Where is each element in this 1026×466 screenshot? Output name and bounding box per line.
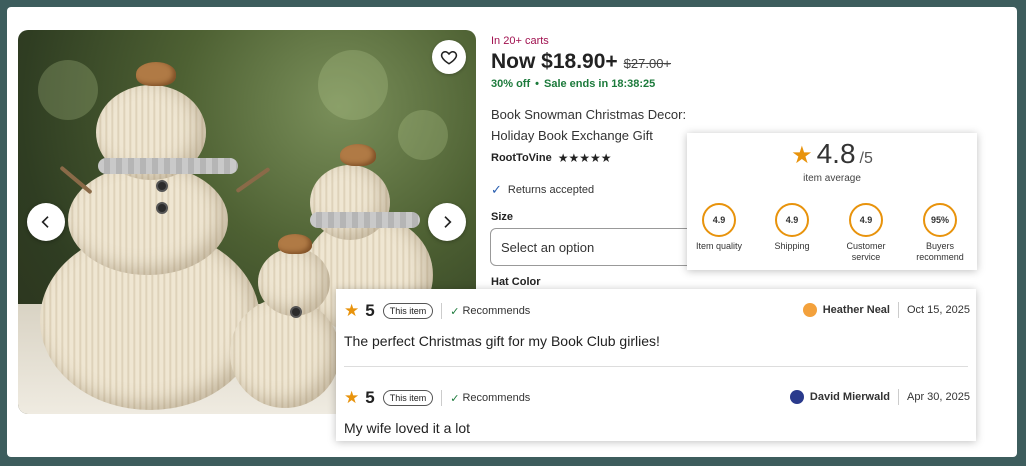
review-author: David Mierwald Apr 30, 2025 bbox=[789, 389, 970, 405]
price-row: Now $18.90+ $27.00+ bbox=[491, 50, 671, 74]
star-icon: ★ bbox=[344, 301, 360, 320]
review-score: 5 bbox=[365, 301, 375, 320]
average-rating-max: /5 bbox=[859, 150, 873, 167]
acorn-hat bbox=[278, 234, 312, 254]
check-icon: ✓ bbox=[450, 392, 460, 405]
twig-arm bbox=[235, 166, 271, 194]
size-label: Size bbox=[491, 211, 514, 223]
reviewer-name[interactable]: David Mierwald bbox=[810, 391, 890, 403]
metric-label: Customer service bbox=[846, 241, 886, 262]
review-date: Oct 15, 2025 bbox=[907, 304, 970, 316]
star-icon: ★ bbox=[791, 142, 813, 169]
average-rating-value: 4.8 bbox=[816, 138, 856, 169]
current-price: Now $18.90+ bbox=[491, 50, 618, 73]
review-item: ★ 5 This item ✓ Recommends David Mierwald… bbox=[336, 376, 976, 446]
sale-info: 30% off • Sale ends in 18:38:25 bbox=[491, 78, 656, 90]
metric-label: Buyers recommend bbox=[916, 241, 964, 262]
review-item: ★ 5 This item ✓ Recommends Heather Neal O… bbox=[336, 289, 976, 359]
this-item-badge: This item bbox=[382, 303, 434, 319]
reviewer-name[interactable]: Heather Neal bbox=[823, 304, 890, 316]
recommends-text: Recommends bbox=[462, 392, 531, 404]
scarf bbox=[310, 212, 420, 228]
hat-color-label: Hat Color bbox=[491, 276, 541, 288]
metric-customer-service: 4.9 Customer service bbox=[835, 203, 897, 263]
discount-text: 30% off bbox=[491, 78, 531, 90]
in-carts-badge: In 20+ carts bbox=[491, 35, 549, 47]
snowman-medium-head bbox=[310, 165, 390, 240]
recommends-text: Recommends bbox=[462, 305, 531, 317]
size-select[interactable]: Select an option bbox=[490, 228, 710, 266]
returns-text: Returns accepted bbox=[507, 184, 595, 196]
chevron-left-icon bbox=[41, 216, 49, 228]
favorite-button[interactable] bbox=[432, 40, 466, 74]
average-rating: ★ 4.8 /5 bbox=[687, 138, 977, 170]
recommends-tag: ✓ Recommends bbox=[450, 305, 530, 318]
chevron-right-icon bbox=[444, 216, 452, 228]
review-text: My wife loved it a lot bbox=[344, 420, 471, 436]
star-icon: ★ bbox=[344, 388, 360, 407]
bokeh bbox=[38, 60, 98, 120]
review-header: ★ 5 This item ✓ Recommends bbox=[344, 388, 530, 408]
coat-button bbox=[156, 202, 168, 214]
previous-image-button[interactable] bbox=[27, 203, 65, 241]
bokeh bbox=[398, 110, 448, 160]
metric-ring: 4.9 bbox=[775, 203, 809, 237]
check-icon: ✓ bbox=[491, 182, 502, 197]
shop-name[interactable]: RootToVine bbox=[491, 152, 552, 164]
check-icon: ✓ bbox=[450, 305, 460, 318]
review-header: ★ 5 This item ✓ Recommends bbox=[344, 301, 530, 321]
metric-item-quality: 4.9 Item quality bbox=[688, 203, 750, 252]
shop-info: RootToVine ★★★★★ bbox=[491, 151, 612, 165]
sale-countdown: Sale ends in 18:38:25 bbox=[543, 78, 656, 90]
next-image-button[interactable] bbox=[428, 203, 466, 241]
acorn-hat bbox=[136, 62, 176, 86]
review-text: The perfect Christmas gift for my Book C… bbox=[344, 333, 660, 349]
metric-ring: 95% bbox=[923, 203, 957, 237]
divider bbox=[898, 302, 899, 318]
reviews-panel: ★ 5 This item ✓ Recommends Heather Neal O… bbox=[336, 289, 976, 441]
this-item-badge: This item bbox=[382, 390, 434, 406]
returns-info: ✓ Returns accepted bbox=[491, 182, 594, 198]
recommends-tag: ✓ Recommends bbox=[450, 392, 530, 405]
review-divider bbox=[344, 366, 968, 367]
review-date: Apr 30, 2025 bbox=[907, 391, 970, 403]
heart-icon bbox=[440, 50, 458, 65]
rating-summary-panel: ★ 4.8 /5 item average 4.9 Item quality 4… bbox=[687, 133, 977, 270]
review-score: 5 bbox=[365, 388, 375, 407]
bokeh bbox=[318, 50, 388, 120]
avatar bbox=[802, 303, 817, 317]
metric-ring: 4.9 bbox=[702, 203, 736, 237]
average-rating-label: item average bbox=[803, 173, 861, 184]
snowman-large-mid bbox=[68, 165, 228, 275]
coat-button bbox=[156, 180, 168, 192]
original-price: $27.00+ bbox=[623, 56, 672, 71]
scarf bbox=[98, 158, 238, 174]
divider bbox=[441, 303, 443, 319]
metric-ring: 4.9 bbox=[849, 203, 883, 237]
avatar bbox=[789, 390, 804, 404]
metric-shipping: 4.9 Shipping bbox=[761, 203, 823, 252]
metric-buyers-recommend: 95% Buyers recommend bbox=[909, 203, 971, 263]
size-select-value: Select an option bbox=[501, 239, 595, 255]
divider bbox=[898, 389, 899, 405]
shop-rating-stars: ★★★★★ bbox=[557, 151, 612, 165]
acorn-hat bbox=[340, 144, 376, 166]
coat-button bbox=[290, 306, 302, 318]
divider bbox=[441, 390, 443, 406]
metric-label: Shipping bbox=[774, 241, 810, 251]
review-author: Heather Neal Oct 15, 2025 bbox=[802, 302, 970, 318]
twig-arm bbox=[59, 165, 93, 195]
metric-label: Item quality bbox=[695, 241, 743, 251]
